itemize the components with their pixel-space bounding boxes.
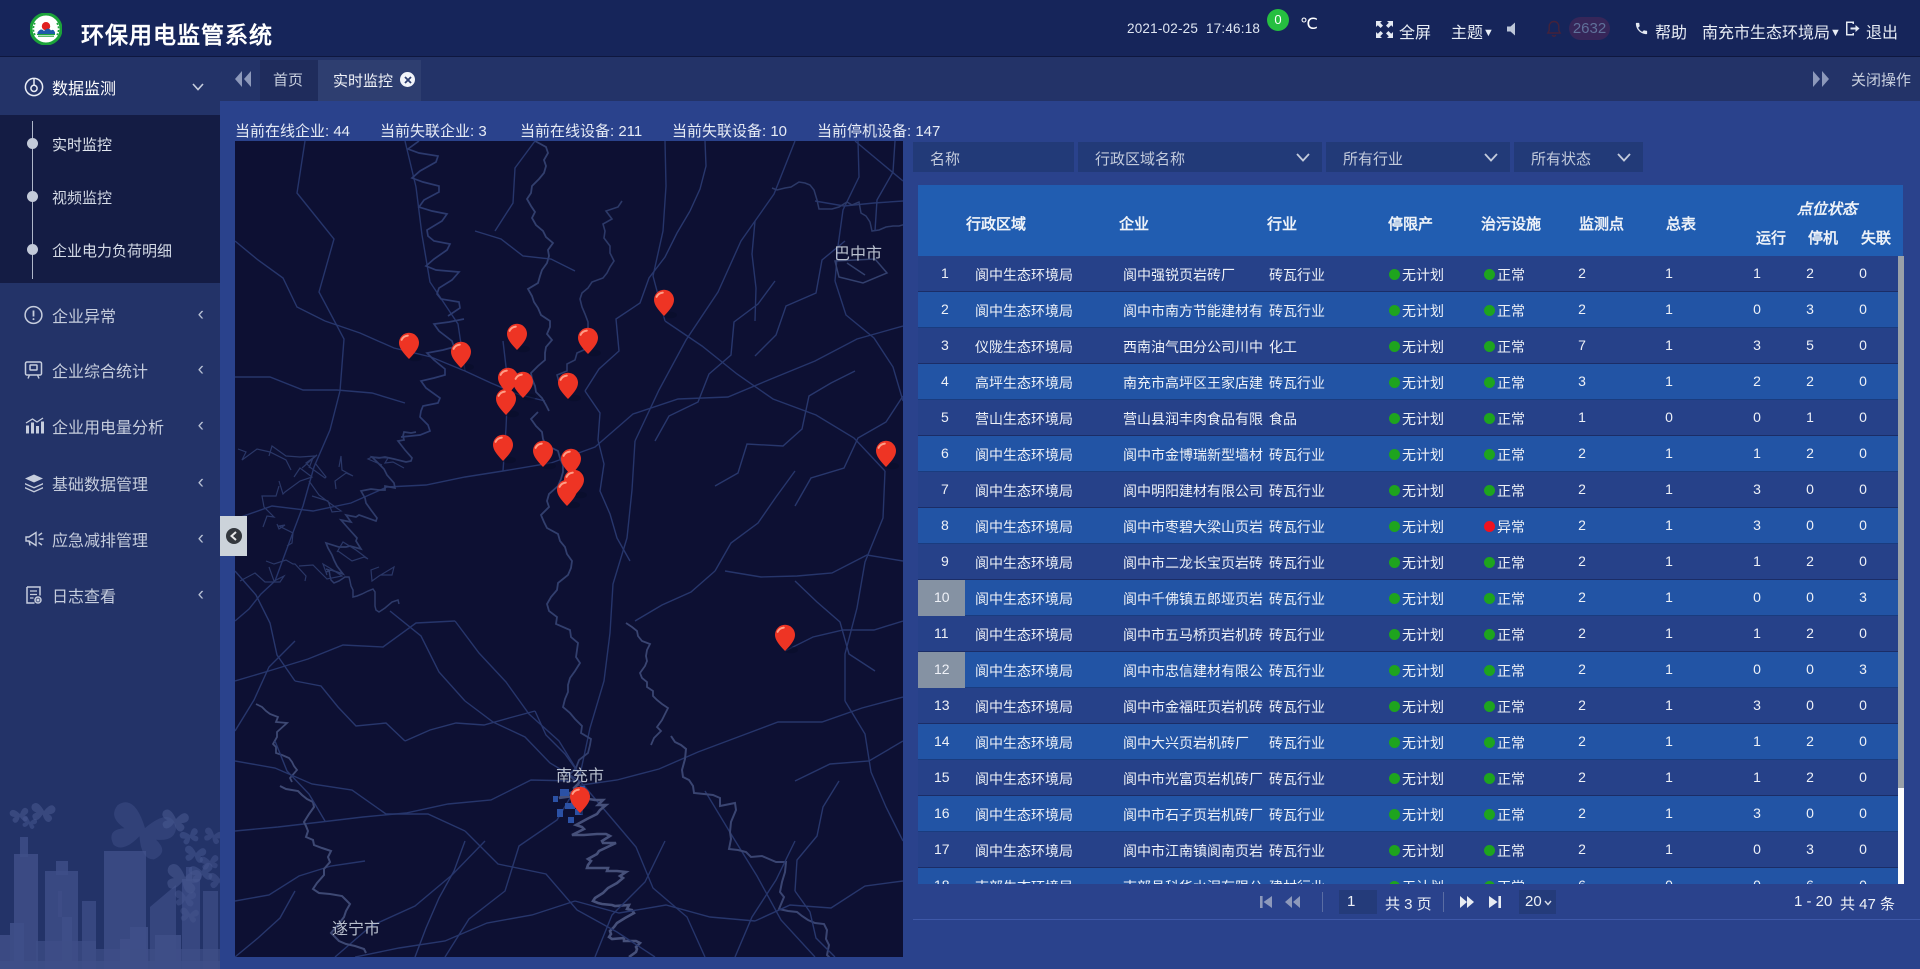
svg-text:遂宁市: 遂宁市 [332,920,380,938]
svg-text:南充市: 南充市 [556,767,604,785]
svg-text:巴中市: 巴中市 [834,245,882,263]
